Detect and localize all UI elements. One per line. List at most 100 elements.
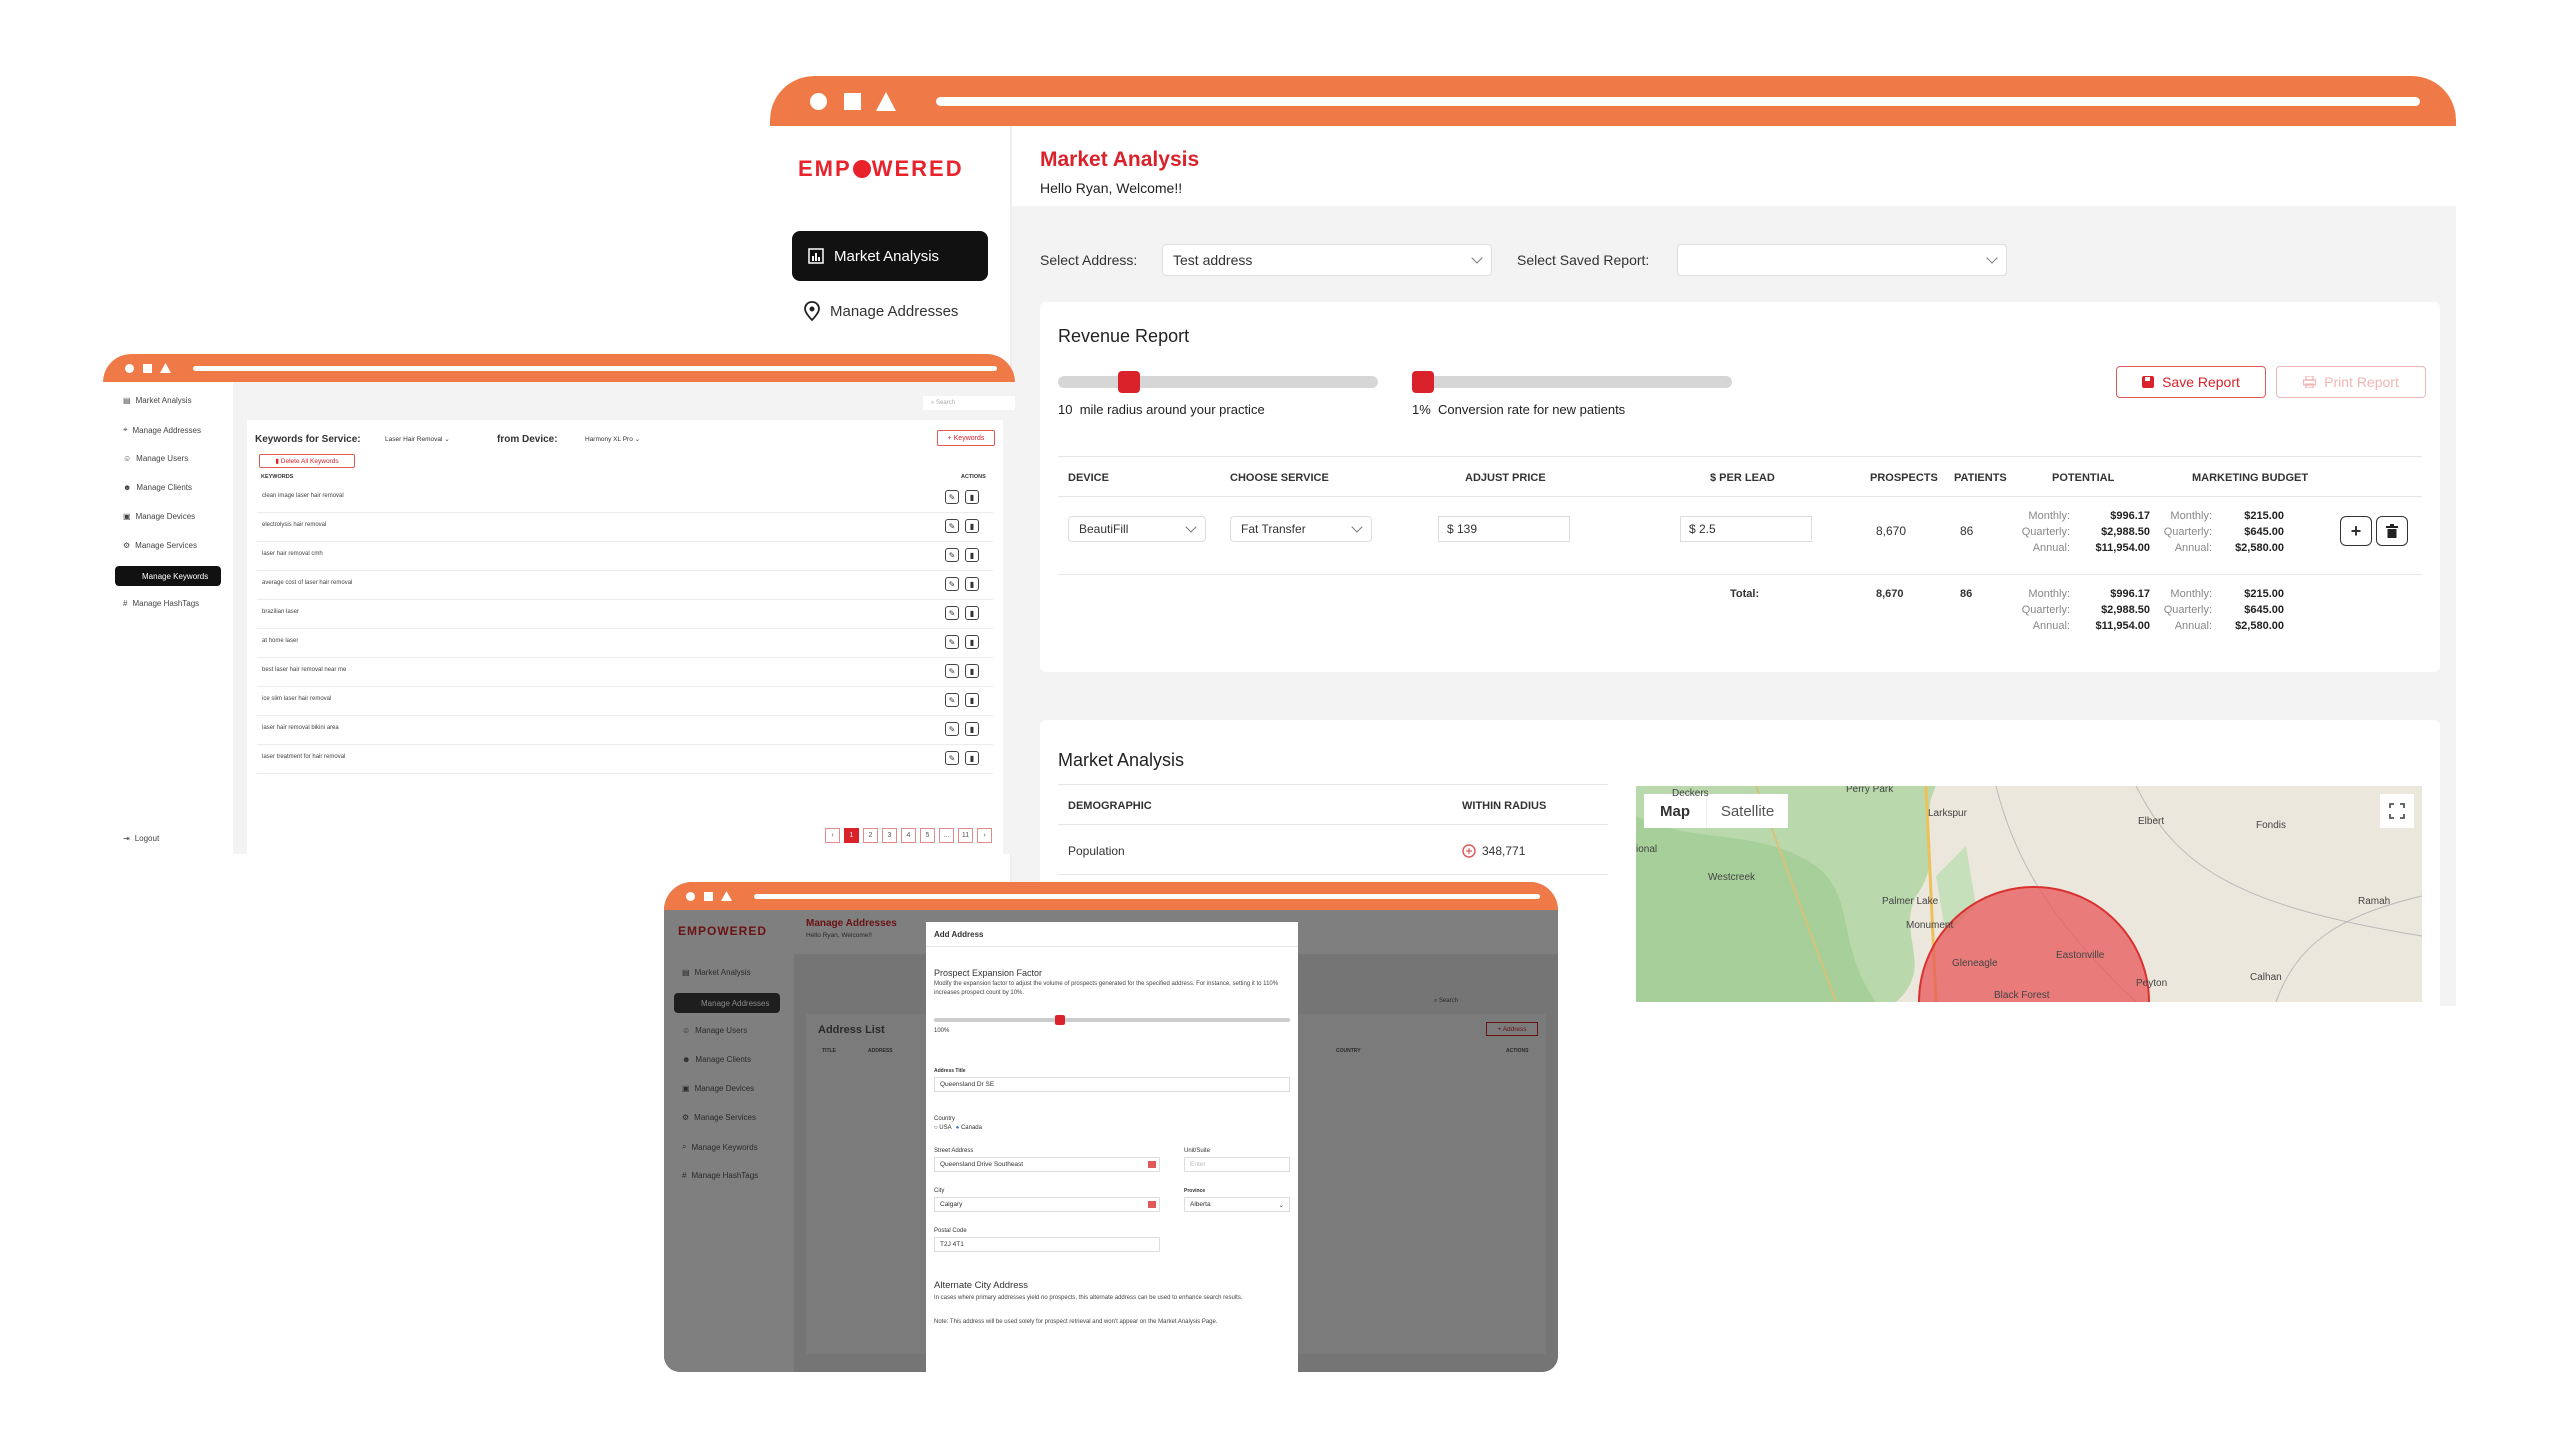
address-select[interactable]: Test address: [1162, 244, 1492, 276]
factor-title: Prospect Expansion Factor: [934, 968, 1043, 978]
factor-slider-thumb[interactable]: [1055, 1015, 1066, 1025]
page-button[interactable]: 3: [882, 828, 897, 843]
page-button[interactable]: ‹: [825, 828, 840, 843]
add-address-button[interactable]: + Address: [1486, 1022, 1538, 1036]
factor-slider-track[interactable]: [934, 1018, 1290, 1022]
trash-icon[interactable]: ▮: [965, 664, 979, 678]
nav-manage-users[interactable]: ☺ Manage Users: [682, 1026, 747, 1035]
radius-caption: 10 mile radius around your practice: [1058, 402, 1265, 417]
search-input[interactable]: ⌕ Search: [923, 396, 1015, 410]
logout-link[interactable]: ⇥ Logout: [123, 834, 159, 843]
delete-row-button[interactable]: [2376, 516, 2408, 546]
nav-manage-hashtags[interactable]: # Manage HashTags: [123, 599, 199, 608]
nav-market-analysis[interactable]: ▤ Market Analysis: [123, 396, 192, 405]
factor-value: 100%: [934, 1028, 950, 1034]
device-select[interactable]: Harmony XL Pro ⌄: [585, 435, 640, 443]
nav-manage-services[interactable]: ⚙ Manage Services: [682, 1113, 756, 1122]
per-lead-input[interactable]: $ 2.5: [1680, 516, 1812, 542]
service-select[interactable]: Fat Transfer: [1230, 516, 1372, 542]
nav-manage-keywords[interactable]: Manage Keywords: [115, 566, 221, 586]
trash-icon[interactable]: ▮: [965, 693, 979, 707]
postal-input[interactable]: T2J 4T1: [934, 1237, 1160, 1252]
page-button[interactable]: 4: [901, 828, 916, 843]
service-select[interactable]: Laser Hair Removal ⌄: [385, 435, 450, 443]
nav-manage-addresses[interactable]: Manage Addresses: [804, 296, 958, 326]
add-address-modal: Add Address Prospect Expansion Factor Mo…: [926, 922, 1298, 1372]
address-title-input[interactable]: Queensland Dr SE: [934, 1077, 1290, 1092]
edit-icon[interactable]: ✎: [945, 751, 959, 765]
population-value: 348,771: [1482, 844, 1526, 858]
nav-manage-addresses[interactable]: Manage Addresses: [674, 993, 780, 1013]
conversion-slider-thumb[interactable]: [1412, 371, 1434, 393]
divider: [1058, 784, 1608, 785]
radius-slider-track[interactable]: [1058, 376, 1378, 388]
select-address-label: Select Address:: [1040, 252, 1138, 268]
price-input[interactable]: $ 139: [1438, 516, 1570, 542]
page-header: Market Analysis Hello Ryan, Welcome!!: [1012, 126, 2456, 206]
trash-icon[interactable]: ▮: [965, 722, 979, 736]
radio-usa[interactable]: ○ USA: [934, 1125, 952, 1131]
nav-manage-devices[interactable]: ▣ Manage Devices: [682, 1084, 754, 1093]
nav-label: Manage HashTags: [132, 599, 200, 608]
delete-all-keywords-button[interactable]: ▮ Delete All Keywords: [259, 454, 355, 468]
edit-icon[interactable]: ✎: [945, 693, 959, 707]
address-title-label: Address Title: [934, 1068, 966, 1074]
trash-icon[interactable]: ▮: [965, 490, 979, 504]
city-input[interactable]: Calgary: [934, 1197, 1160, 1212]
factor-description: Modify the expansion factor to adjust th…: [934, 981, 1279, 996]
nav-manage-devices[interactable]: ▣ Manage Devices: [123, 512, 195, 521]
nav-manage-services[interactable]: ⚙ Manage Services: [123, 541, 197, 550]
page-button[interactable]: ›: [977, 828, 992, 843]
saved-report-select[interactable]: [1677, 244, 2007, 276]
conversion-slider-track[interactable]: [1412, 376, 1732, 388]
edit-icon[interactable]: ✎: [945, 606, 959, 620]
edit-icon[interactable]: ✎: [945, 635, 959, 649]
edit-icon[interactable]: ✎: [945, 490, 959, 504]
radius-slider-thumb[interactable]: [1117, 371, 1140, 393]
search-input[interactable]: ⌕ Search: [1434, 998, 1458, 1005]
trash-icon[interactable]: ▮: [965, 635, 979, 649]
page-button[interactable]: ...: [939, 828, 954, 843]
street-input[interactable]: Queensland Drive Southeast: [934, 1157, 1160, 1172]
edit-icon[interactable]: ✎: [945, 722, 959, 736]
add-row-button[interactable]: +: [2340, 516, 2372, 546]
edit-icon[interactable]: ✎: [945, 548, 959, 562]
satellite-tab[interactable]: Satellite: [1706, 794, 1788, 828]
add-keywords-button[interactable]: + Keywords: [937, 430, 995, 446]
nav-label: Manage Devices: [135, 512, 196, 521]
map-tab[interactable]: Map: [1644, 794, 1706, 828]
nav-market-analysis[interactable]: Market Analysis: [792, 231, 988, 281]
money-period-label: Annual:: [2032, 542, 2070, 554]
print-report-button[interactable]: Print Report: [2276, 366, 2426, 398]
edit-icon[interactable]: ✎: [945, 577, 959, 591]
trash-icon[interactable]: ▮: [965, 606, 979, 620]
page-button[interactable]: 1: [844, 828, 859, 843]
nav-manage-clients[interactable]: ☻ Manage Clients: [682, 1055, 751, 1064]
nav-manage-users[interactable]: ☺ Manage Users: [123, 454, 188, 463]
page-button[interactable]: 11: [958, 828, 973, 843]
page-button[interactable]: 5: [920, 828, 935, 843]
province-select[interactable]: Alberta ⌄: [1184, 1197, 1290, 1212]
trash-icon[interactable]: ▮: [965, 751, 979, 765]
fullscreen-button[interactable]: [2380, 794, 2414, 828]
trash-icon[interactable]: ▮: [965, 577, 979, 591]
nav-manage-clients[interactable]: ☻ Manage Clients: [123, 483, 192, 492]
device-select[interactable]: BeautiFill: [1068, 516, 1206, 542]
save-report-button[interactable]: Save Report: [2116, 366, 2266, 398]
nav-manage-keywords[interactable]: ⌕ Manage Keywords: [682, 1142, 758, 1152]
nav-market-analysis[interactable]: ▤ Market Analysis: [682, 968, 751, 977]
edit-icon[interactable]: ✎: [945, 664, 959, 678]
prospects-value: 8,670: [1876, 524, 1907, 538]
nav-manage-hashtags[interactable]: # Manage HashTags: [682, 1171, 758, 1180]
money-amount: $2,580.00: [2235, 620, 2284, 632]
address-list-title: Address List: [818, 1024, 885, 1036]
trash-icon[interactable]: ▮: [965, 519, 979, 533]
nav-manage-addresses[interactable]: ⌖ Manage Addresses: [123, 425, 201, 435]
trash-icon[interactable]: ▮: [965, 548, 979, 562]
unit-input[interactable]: Enter: [1184, 1157, 1290, 1172]
page-button[interactable]: 2: [863, 828, 878, 843]
radio-canada[interactable]: ● Canada: [956, 1125, 982, 1131]
window-circle-icon: [686, 892, 695, 901]
edit-icon[interactable]: ✎: [945, 519, 959, 533]
map-view[interactable]: Map Satellite Perry Park Larkspur Elbert…: [1636, 786, 2422, 1002]
